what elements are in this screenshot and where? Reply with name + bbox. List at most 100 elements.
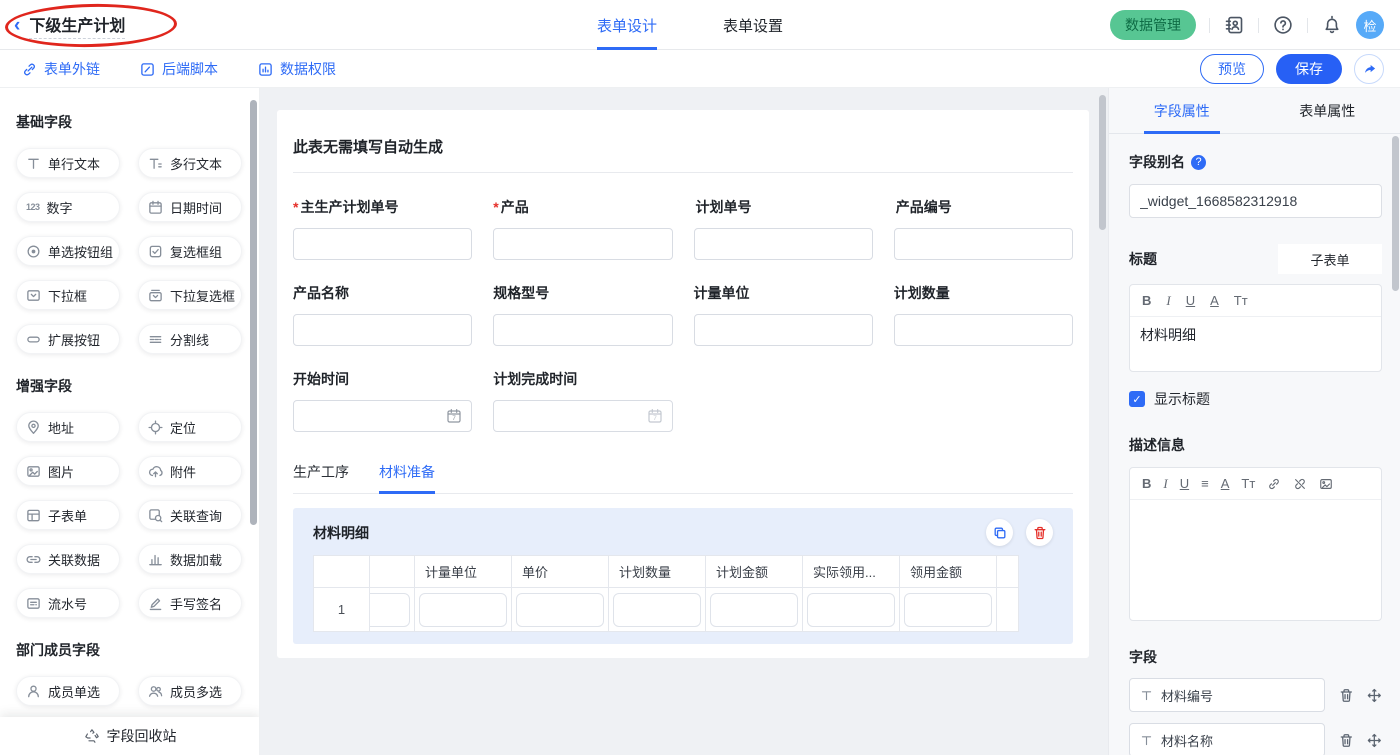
panel-scrollbar[interactable] — [1392, 136, 1399, 291]
field-pill-dropdown[interactable]: 下拉框 — [16, 280, 120, 310]
insert-image-icon[interactable] — [1319, 477, 1333, 491]
field-start-time[interactable]: 开始时间 7 — [293, 369, 472, 432]
cell-input[interactable] — [904, 593, 992, 627]
field-product[interactable]: *产品 — [493, 197, 672, 260]
field-main-plan-number[interactable]: *主生产计划单号 — [293, 197, 472, 260]
cell-input[interactable] — [710, 593, 798, 627]
tab-field-properties[interactable]: 字段属性 — [1109, 88, 1255, 133]
notifications-bell-icon[interactable] — [1321, 14, 1343, 36]
bold-icon[interactable]: B — [1142, 294, 1151, 307]
field-pill-single-line-text[interactable]: 单行文本 — [16, 148, 120, 178]
description-editor-content[interactable] — [1130, 500, 1381, 620]
field-pill-divider-line[interactable]: 分割线 — [138, 324, 242, 354]
cell-input[interactable] — [419, 593, 507, 627]
external-link-button[interactable]: 表单外链 — [22, 59, 100, 79]
move-field-icon[interactable] — [1367, 733, 1382, 748]
delete-subform-button[interactable] — [1026, 519, 1053, 546]
delete-field-icon[interactable] — [1339, 688, 1354, 703]
font-color-icon[interactable]: A — [1221, 477, 1230, 490]
field-pill-radio-group[interactable]: 单选按钮组 — [16, 236, 120, 266]
field-pill-signature[interactable]: 手写签名 — [138, 588, 242, 618]
text-input[interactable] — [293, 228, 472, 260]
field-unit[interactable]: 计量单位 — [694, 283, 873, 346]
field-pill-data-load[interactable]: 数据加载 — [138, 544, 242, 574]
contacts-icon[interactable] — [1223, 14, 1245, 36]
form-title[interactable]: 下级生产计划 — [29, 12, 125, 39]
text-input[interactable] — [694, 228, 873, 260]
save-button[interactable]: 保存 — [1276, 54, 1342, 84]
move-field-icon[interactable] — [1367, 688, 1382, 703]
field-alias-input[interactable] — [1129, 184, 1382, 218]
text-input[interactable] — [493, 314, 672, 346]
sidebar-scrollbar[interactable] — [250, 100, 257, 525]
tab-form-settings[interactable]: 表单设置 — [723, 0, 783, 50]
text-input[interactable] — [293, 314, 472, 346]
tab-production-process[interactable]: 生产工序 — [293, 462, 349, 493]
field-pill-member-single[interactable]: 成员单选 — [16, 676, 120, 706]
tab-material-prep[interactable]: 材料准备 — [379, 462, 435, 493]
font-size-icon[interactable]: Tᴛ — [1241, 477, 1255, 490]
show-title-checkbox-row[interactable]: ✓ 显示标题 — [1129, 389, 1382, 409]
text-input[interactable] — [894, 228, 1073, 260]
field-plan-qty[interactable]: 计划数量 — [894, 283, 1073, 346]
field-product-code[interactable]: 产品编号 — [894, 197, 1073, 260]
field-product-name[interactable]: 产品名称 — [293, 283, 472, 346]
preview-button[interactable]: 预览 — [1200, 54, 1264, 84]
insert-link-icon[interactable] — [1267, 477, 1281, 491]
tab-form-properties[interactable]: 表单属性 — [1255, 88, 1400, 133]
date-input[interactable]: 7 — [293, 400, 472, 432]
backend-script-button[interactable]: 后端脚本 — [140, 59, 218, 79]
field-plan-finish-time[interactable]: 计划完成时间 7 — [493, 369, 672, 432]
text-input[interactable] — [694, 314, 873, 346]
field-spec-model[interactable]: 规格型号 — [493, 283, 672, 346]
underline-icon[interactable]: U — [1180, 477, 1189, 490]
field-pill-number[interactable]: 123 数字 — [16, 192, 120, 222]
user-avatar[interactable]: 检 — [1356, 11, 1384, 39]
field-pill-dropdown-multi[interactable]: 下拉复选框 — [138, 280, 242, 310]
share-button[interactable] — [1354, 54, 1384, 84]
field-recycle-bin-button[interactable]: 字段回收站 — [0, 717, 260, 755]
font-size-icon[interactable]: Tᴛ — [1234, 294, 1248, 307]
field-pill-member-multi[interactable]: 成员多选 — [138, 676, 242, 706]
italic-icon[interactable]: I — [1163, 477, 1167, 490]
subfield-item[interactable]: 材料编号 — [1129, 678, 1325, 712]
copy-subform-button[interactable] — [986, 519, 1013, 546]
cell-input[interactable] — [370, 593, 411, 627]
back-icon[interactable]: ‹ — [14, 16, 20, 35]
alias-help-icon[interactable]: ? — [1191, 155, 1206, 170]
data-permission-button[interactable]: 数据权限 — [258, 59, 336, 79]
field-pill-datetime[interactable]: 日期时间 — [138, 192, 242, 222]
text-input[interactable] — [894, 314, 1073, 346]
field-pill-address[interactable]: 地址 — [16, 412, 120, 442]
tab-form-design[interactable]: 表单设计 — [597, 0, 657, 50]
field-pill-extend-button[interactable]: 扩展按钮 — [16, 324, 120, 354]
field-pill-linked-data[interactable]: 关联数据 — [16, 544, 120, 574]
cell-input[interactable] — [807, 593, 895, 627]
field-pill-linked-query[interactable]: 关联查询 — [138, 500, 242, 530]
field-pill-attachment[interactable]: 附件 — [138, 456, 242, 486]
bold-icon[interactable]: B — [1142, 477, 1151, 490]
delete-field-icon[interactable] — [1339, 733, 1354, 748]
field-pill-image[interactable]: 图片 — [16, 456, 120, 486]
field-plan-number[interactable]: 计划单号 — [694, 197, 873, 260]
checkbox-checked-icon[interactable]: ✓ — [1129, 391, 1145, 407]
cell-input[interactable] — [613, 593, 701, 627]
italic-icon[interactable]: I — [1166, 294, 1170, 307]
field-pill-serial-number[interactable]: 流水号 — [16, 588, 120, 618]
cell-input[interactable] — [516, 593, 604, 627]
align-icon[interactable]: ≡ — [1201, 477, 1209, 490]
remove-link-icon[interactable] — [1293, 477, 1307, 491]
data-manage-button[interactable]: 数据管理 — [1110, 10, 1196, 40]
title-editor-content[interactable]: 材料明细 — [1130, 317, 1381, 371]
text-input[interactable] — [493, 228, 672, 260]
help-icon[interactable] — [1272, 14, 1294, 36]
subform-material-detail[interactable]: 材料明细 — [293, 508, 1073, 644]
field-pill-multi-line-text[interactable]: 多行文本 — [138, 148, 242, 178]
date-input[interactable]: 7 — [493, 400, 672, 432]
field-pill-checkbox-group[interactable]: 复选框组 — [138, 236, 242, 266]
underline-icon[interactable]: U — [1186, 294, 1195, 307]
field-pill-subform[interactable]: 子表单 — [16, 500, 120, 530]
field-pill-location[interactable]: 定位 — [138, 412, 242, 442]
canvas-scrollbar[interactable] — [1099, 95, 1106, 230]
field-type-badge[interactable]: 子表单 — [1278, 244, 1382, 274]
